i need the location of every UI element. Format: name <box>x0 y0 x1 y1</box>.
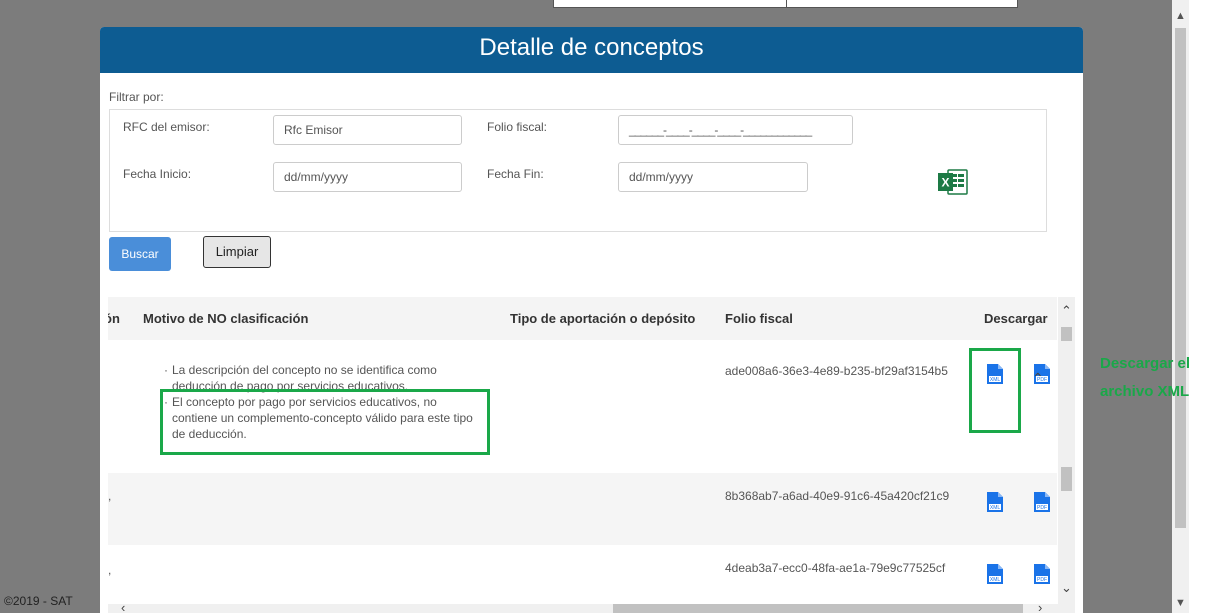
xml-download-icon[interactable]: XML <box>986 491 1004 513</box>
row-folio: 4deab3a7-ecc0-48fa-ae1a-79e9c77525cf <box>725 561 946 575</box>
header-partial: ón <box>108 311 120 326</box>
excel-export-icon[interactable]: X <box>938 169 968 195</box>
table-scroll-down-icon[interactable]: ⌄ <box>1061 580 1072 596</box>
scroll-down-arrow-icon[interactable]: ▼ <box>1174 597 1187 609</box>
svg-text:XML: XML <box>990 577 1001 583</box>
rfc-label: RFC del emisor: <box>123 120 210 134</box>
header-tipo: Tipo de aportación o depósito <box>510 311 696 326</box>
header-motivo: Motivo de NO clasificación <box>143 311 309 326</box>
background-table-divider <box>786 0 787 8</box>
table-scrollbar-thumb[interactable] <box>1061 327 1072 341</box>
buscar-button[interactable]: Buscar <box>109 237 171 271</box>
table-horizontal-scrollbar[interactable] <box>108 604 1058 613</box>
filter-title: Filtrar por: <box>109 90 164 104</box>
limpiar-button[interactable]: Limpiar <box>203 236 271 268</box>
row-partial: s, <box>108 489 112 503</box>
table-row: s, 8b368ab7-a6ad-40e9-91c6-45a420cf21c9 … <box>108 473 1057 546</box>
table-header: ón Motivo de NO clasificación Tipo de ap… <box>108 297 1057 341</box>
table-row: s, 4deab3a7-ecc0-48fa-ae1a-79e9c77525cf … <box>108 545 1057 613</box>
row-folio: ade008a6-36e3-4e89-b235-bf29af3154b5 <box>725 364 948 378</box>
fecha-fin-input[interactable]: dd/mm/yyyy <box>618 162 808 192</box>
scroll-up-arrow-icon[interactable]: ▲ <box>1174 10 1187 22</box>
table-scroll-up-icon[interactable]: ⌃ <box>1061 303 1072 319</box>
folio-label: Folio fiscal: <box>487 120 548 134</box>
highlight-motivo-box <box>160 389 490 455</box>
concepts-detail-modal: Detalle de conceptos Filtrar por: RFC de… <box>100 27 1083 613</box>
header-descargar: Descargar <box>984 311 1048 326</box>
page-scrollbar-thumb[interactable] <box>1175 28 1186 528</box>
row-scroll-up-icon[interactable]: ⌃ <box>1032 370 1044 387</box>
rfc-emisor-input[interactable]: Rfc Emisor <box>273 115 462 145</box>
filter-panel: RFC del emisor: Rfc Emisor Folio fiscal:… <box>109 109 1047 232</box>
fecha-inicio-label: Fecha Inicio: <box>123 167 192 181</box>
callout-line-1: Descargar el <box>1100 355 1191 372</box>
footer-copyright: ©2019 - SAT <box>4 594 73 608</box>
pdf-download-icon[interactable]: PDF <box>1033 491 1051 513</box>
pdf-download-icon[interactable]: PDF <box>1033 563 1051 585</box>
svg-text:XML: XML <box>990 505 1001 511</box>
concepts-table: ón Motivo de NO clasificación Tipo de ap… <box>108 297 1057 613</box>
header-folio: Folio fiscal <box>725 311 793 326</box>
svg-text:X: X <box>941 176 949 190</box>
folio-fiscal-input[interactable]: ______-____-____-____-____________ <box>618 115 853 145</box>
table-scrollbar-thumb-secondary[interactable] <box>1061 467 1072 491</box>
svg-text:PDF: PDF <box>1037 505 1047 511</box>
modal-title: Detalle de conceptos <box>100 27 1083 73</box>
fecha-inicio-input[interactable]: dd/mm/yyyy <box>273 162 462 192</box>
highlight-xml-box <box>969 348 1021 433</box>
callout-download-xml: Descargar el archivo XML <box>1100 350 1190 406</box>
row-partial: s, <box>108 563 112 577</box>
hscroll-thumb[interactable] <box>613 604 1023 613</box>
fecha-fin-label: Fecha Fin: <box>487 167 544 181</box>
table-vertical-scrollbar[interactable]: ⌃ ⌄ <box>1058 297 1075 613</box>
page-vertical-scrollbar[interactable]: ▲ ▼ <box>1172 0 1189 613</box>
svg-text:PDF: PDF <box>1037 577 1047 583</box>
row-folio: 8b368ab7-a6ad-40e9-91c6-45a420cf21c9 <box>725 489 950 503</box>
xml-download-icon[interactable]: XML <box>986 563 1004 585</box>
callout-line-2: archivo XML <box>1100 383 1190 400</box>
outer-margin <box>1189 0 1217 613</box>
